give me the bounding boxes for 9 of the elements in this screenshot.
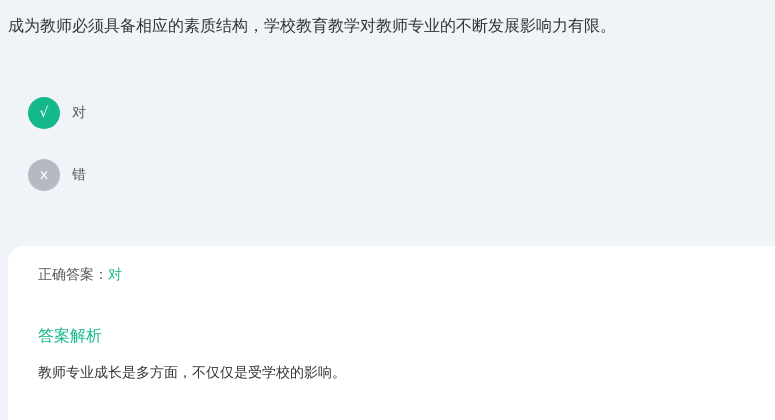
answer-value: 对: [108, 266, 122, 285]
question-text: 成为教师必须具备相应的素质结构，学校教育教学对教师专业的不断发展影响力有限。: [8, 16, 616, 35]
analysis-text: 教师专业成长是多方面，不仅仅是受学校的影响。: [38, 364, 346, 383]
option-label: 对: [72, 104, 86, 122]
analysis-title: 答案解析: [38, 325, 103, 347]
option-label: 错: [72, 166, 86, 184]
option-marker[interactable]: x: [28, 159, 60, 191]
option-marker[interactable]: √: [28, 97, 60, 129]
answer-label: 正确答案：: [38, 266, 108, 285]
